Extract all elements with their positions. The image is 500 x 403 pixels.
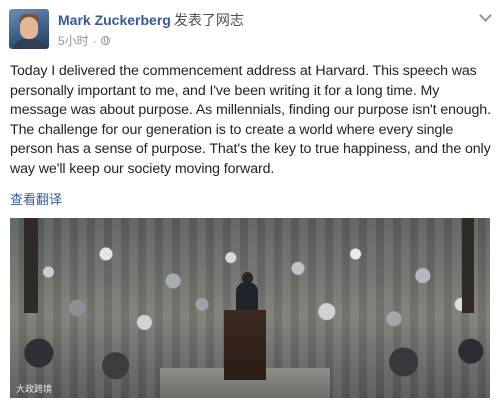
- name-line: Mark Zuckerberg 发表了网志: [58, 11, 244, 29]
- separator-dot: ·: [92, 33, 97, 48]
- facebook-post: Mark Zuckerberg 发表了网志 5小时 · Today I deliv…: [0, 0, 500, 403]
- post-header: Mark Zuckerberg 发表了网志 5小时 ·: [9, 9, 244, 49]
- post-action: 发表了网志: [173, 12, 244, 28]
- tree-trunk: [24, 218, 38, 313]
- tree-trunk: [462, 218, 474, 313]
- photo-watermark: 大政跨境: [16, 384, 53, 394]
- post-body: Today I delivered the commencement addre…: [10, 63, 491, 177]
- avatar[interactable]: [9, 9, 49, 49]
- timestamp[interactable]: 5小时: [58, 32, 89, 49]
- globe-icon[interactable]: [100, 36, 110, 45]
- chevron-down-icon[interactable]: [479, 9, 492, 22]
- post-meta: Mark Zuckerberg 发表了网志 5小时 ·: [58, 9, 244, 49]
- post-photo[interactable]: 大政跨境: [10, 218, 490, 398]
- see-translation-link[interactable]: 查看翻译: [10, 189, 62, 208]
- podium: [224, 310, 266, 380]
- post-subline: 5小时 ·: [58, 32, 244, 49]
- author-name[interactable]: Mark Zuckerberg: [58, 12, 171, 28]
